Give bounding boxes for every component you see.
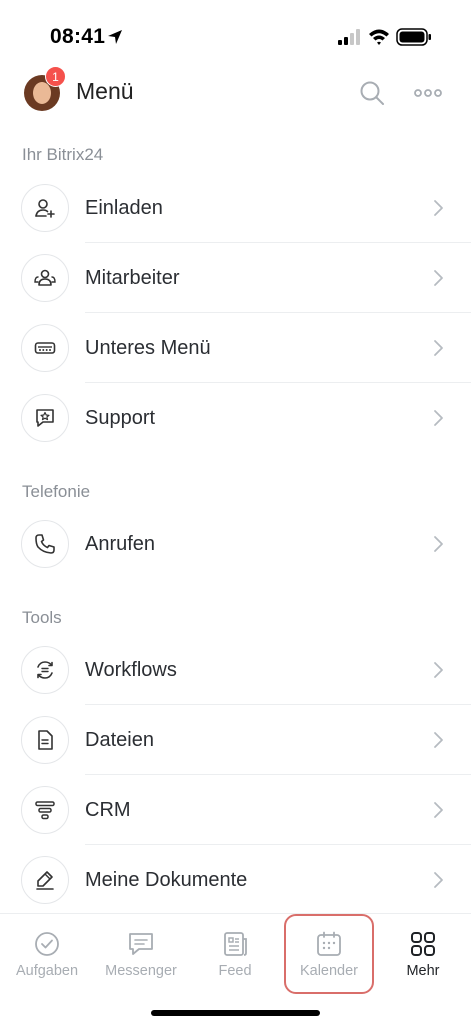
menu-item-anrufen[interactable]: Anrufen: [0, 509, 471, 579]
news-feed-icon: [224, 932, 247, 956]
phone-icon: [35, 534, 55, 554]
chevron-right-icon: [434, 200, 443, 216]
chevron-right-icon: [434, 802, 443, 818]
header: 1 Menü: [0, 60, 471, 124]
avatar-face: [33, 82, 51, 104]
row-icon-wrap: [21, 184, 69, 232]
section-title-tools: Tools: [22, 608, 62, 627]
add-user-icon: [35, 199, 55, 218]
search-icon[interactable]: [358, 79, 386, 107]
chevron-right-icon: [434, 536, 443, 552]
page-title: Menü: [76, 78, 134, 104]
menu-item-label: Anrufen: [85, 533, 156, 555]
menu-item-label: Mitarbeiter: [85, 267, 180, 289]
row-icon-wrap: [21, 520, 69, 568]
grid-more-icon: [411, 932, 435, 956]
chevron-right-icon: [434, 340, 443, 356]
chevron-right-icon: [434, 872, 443, 888]
battery-icon: [396, 28, 431, 46]
tab-label: Mehr: [406, 963, 440, 979]
highlight-annotation: [284, 914, 374, 994]
status-bar: 08:41: [0, 0, 471, 60]
menu-item-support[interactable]: Support: [0, 383, 471, 453]
section-title-bitrix: Ihr Bitrix24: [22, 145, 104, 164]
tasks-check-icon: [35, 932, 59, 956]
menu-item-meine-dokumente[interactable]: Meine Dokumente: [0, 845, 471, 915]
file-icon: [38, 730, 53, 750]
home-indicator: [151, 1010, 320, 1016]
tab-label: Messenger: [105, 963, 177, 979]
chat-bubble-icon: [129, 933, 153, 955]
location-arrow-icon: [108, 30, 122, 44]
notification-badge: 1: [45, 66, 66, 87]
menu-item-mitarbeiter[interactable]: Mitarbeiter: [0, 243, 471, 313]
tab-label: Aufgaben: [15, 963, 79, 979]
menu-item-crm[interactable]: CRM: [0, 775, 471, 845]
row-icon-wrap: [21, 254, 69, 302]
status-time: 08:41: [50, 25, 106, 48]
menu-item-unteres-menu[interactable]: Unteres Menü: [0, 313, 471, 383]
row-icon-wrap: [21, 716, 69, 764]
crm-funnel-icon: [35, 801, 55, 820]
row-icon-wrap: [21, 786, 69, 834]
menu-item-dateien[interactable]: Dateien: [0, 705, 471, 775]
bottom-tab-bar: Aufgaben Messenger Feed Kalender Mehr: [0, 913, 471, 1024]
signature-pen-icon: [36, 871, 54, 890]
workflow-icon: [37, 661, 53, 679]
support-chat-icon: [36, 409, 54, 427]
menu-item-label: Dateien: [85, 729, 154, 751]
cellular-signal-icon: [338, 29, 360, 45]
menu-item-label: Workflows: [85, 659, 177, 681]
section-title-telefonie: Telefonie: [22, 482, 91, 501]
tab-label: Feed: [218, 963, 252, 979]
wifi-icon: [369, 29, 389, 45]
row-icon-wrap: [21, 324, 69, 372]
row-icon-wrap: [21, 856, 69, 904]
tab-mehr[interactable]: Mehr: [376, 914, 470, 994]
chevron-right-icon: [434, 410, 443, 426]
chevron-right-icon: [434, 662, 443, 678]
bottom-menu-icon: [34, 342, 56, 354]
menu-item-label: Meine Dokumente: [85, 869, 248, 891]
menu-item-label: Unteres Menü: [85, 337, 211, 359]
tab-feed[interactable]: Feed: [188, 914, 282, 994]
menu-item-label: Support: [85, 407, 156, 429]
menu-item-workflows[interactable]: Workflows: [0, 635, 471, 705]
menu-item-label: CRM: [85, 799, 131, 821]
chevron-right-icon: [434, 270, 443, 286]
row-icon-wrap: [21, 646, 69, 694]
menu-item-label: Einladen: [85, 197, 163, 219]
row-icon-wrap: [21, 394, 69, 442]
tab-messenger[interactable]: Messenger: [94, 914, 188, 994]
menu-item-einladen[interactable]: Einladen: [0, 173, 471, 243]
more-options-icon[interactable]: [414, 79, 442, 107]
chevron-right-icon: [434, 732, 443, 748]
users-icon: [34, 269, 56, 286]
tab-aufgaben[interactable]: Aufgaben: [0, 914, 94, 994]
